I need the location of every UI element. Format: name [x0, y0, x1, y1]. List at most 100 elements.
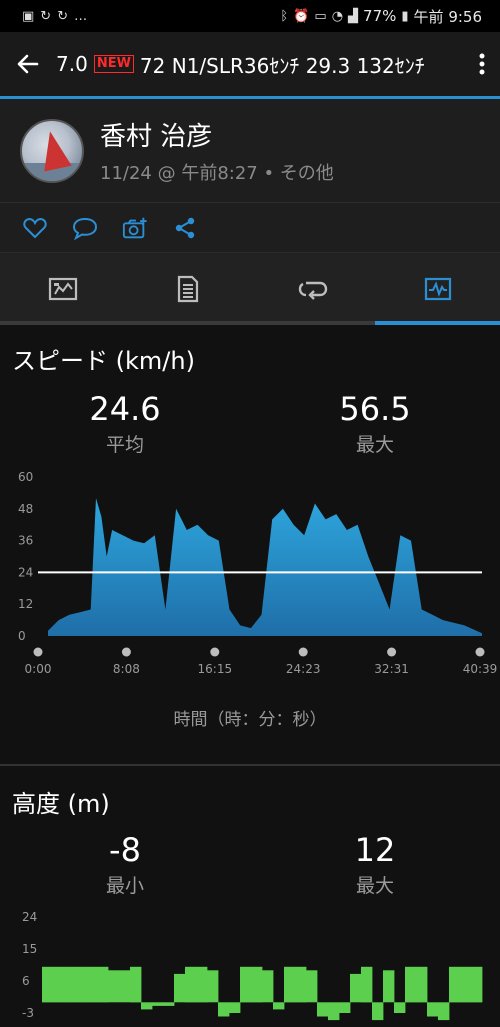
elevation-min-value: -8	[109, 831, 141, 869]
elevation-bar	[64, 966, 87, 1003]
elevation-bar	[229, 1002, 241, 1013]
profile-info: 香村 治彦 11/24 @ 午前8:27 • その他	[100, 116, 334, 185]
speed-max: 56.5 最大	[250, 390, 500, 457]
elevation-max-label: 最大	[355, 875, 394, 897]
elevation-bar	[460, 966, 472, 1003]
elevation-bar	[130, 966, 142, 1003]
y-tick-label: 0	[18, 629, 26, 643]
alarm-icon: ⏰	[293, 8, 310, 24]
status-bar: ▣ ↻ ↻ … ᛒ ⏰ ▭ ◔ ▟ 77% ▮ 午前 9:56	[0, 0, 500, 32]
y-tick-label: 24	[18, 565, 33, 579]
elevation-bar	[42, 966, 65, 1003]
speed-chart[interactable]: 60 48 36 24 12 0 0:00 8:08 16:15 24:23 32:31 40:39	[0, 465, 500, 705]
tab-charts[interactable]	[375, 253, 500, 325]
like-button[interactable]	[22, 215, 48, 241]
elevation-max-value: 12	[354, 831, 396, 869]
laps-loop-icon	[298, 281, 327, 300]
add-photo-button[interactable]	[122, 215, 148, 241]
x-tick-label: 16:15	[198, 662, 233, 676]
comment-icon	[72, 217, 98, 240]
sync-icon: ↻	[57, 8, 69, 24]
elevation-section: 高度 (m) -8 最小 12 最大 24 15 6 -3	[0, 766, 500, 1027]
elevation-bar	[372, 1002, 384, 1021]
arrow-left-icon	[17, 54, 39, 74]
elevation-min-label: 最小	[105, 875, 144, 897]
elevation-bar	[427, 1002, 439, 1017]
y-tick-label: 48	[18, 502, 33, 516]
elevation-bar	[86, 966, 109, 1003]
camera-add-icon	[122, 217, 147, 238]
heart-icon	[23, 217, 47, 238]
new-badge: NEW	[93, 55, 134, 73]
x-tick-dot	[387, 647, 397, 657]
elevation-bar	[438, 1002, 450, 1021]
battery-percent: 77%	[363, 7, 397, 25]
elevation-bar	[350, 973, 362, 1003]
share-button[interactable]	[172, 215, 198, 241]
speed-average: 24.6 平均	[0, 390, 250, 457]
y-tick-label: 6	[22, 974, 30, 988]
elevation-bar	[405, 966, 417, 1003]
elevation-min: -8 最小	[0, 831, 250, 898]
overflow-menu-button[interactable]	[464, 32, 500, 96]
status-bar-right: ᛒ ⏰ ▭ ◔ ▟ 77% ▮ 午前 9:56	[280, 6, 482, 27]
elevation-bar	[174, 973, 186, 1003]
elevation-bar	[141, 1002, 153, 1010]
status-time: 午前 9:56	[413, 7, 482, 26]
elevation-bar	[416, 966, 428, 1003]
volte-icon: ▭	[314, 8, 327, 24]
elevation-max: 12 最大	[250, 831, 500, 898]
bluetooth-icon: ᛒ	[280, 8, 289, 24]
title-prefix: 7.0	[56, 52, 88, 76]
share-icon	[175, 217, 195, 238]
tab-details[interactable]	[125, 253, 250, 325]
elevation-bar	[306, 970, 318, 1003]
avatar[interactable]	[20, 118, 84, 183]
map-summary-icon	[48, 277, 77, 301]
x-tick-label: 32:31	[374, 662, 409, 676]
activity-title: 7.0 NEW 72 N1/SLR36ｾﾝﾁ 29.3 132ｾﾝﾁ	[56, 50, 464, 79]
status-bar-left: ▣ ↻ ↻ …	[22, 9, 280, 24]
elevation-bar	[196, 966, 208, 1003]
elevation-bar	[108, 970, 131, 1003]
speed-average-value: 24.6	[89, 390, 161, 428]
elevation-bar	[207, 970, 219, 1003]
elevation-bar	[383, 970, 395, 1003]
image-icon: ▣	[22, 8, 35, 24]
elevation-bar	[471, 966, 483, 1003]
tab-summary[interactable]	[0, 253, 125, 325]
speed-stats: 24.6 平均 56.5 最大	[0, 390, 500, 457]
y-tick-label: 12	[18, 597, 33, 611]
battery-icon: ▮	[401, 8, 409, 24]
sync-icon: ↻	[40, 8, 52, 24]
speed-max-value: 56.5	[339, 390, 411, 428]
elevation-chart[interactable]: 24 15 6 -3	[0, 907, 500, 1027]
y-tick-label: 60	[18, 470, 33, 484]
app-bar: 7.0 NEW 72 N1/SLR36ｾﾝﾁ 29.3 132ｾﾝﾁ	[0, 32, 500, 96]
speed-section: スピード (km/h) 24.6 平均 56.5 最大 60 48 36 24 12 0 0…	[0, 325, 500, 764]
title-rest: 72 N1/SLR36ｾﾝﾁ 29.3 132ｾﾝﾁ	[139, 53, 425, 78]
speed-average-label: 平均	[105, 434, 144, 456]
elevation-bar	[394, 1002, 406, 1013]
elevation-bar	[240, 966, 252, 1003]
speed-title: スピード (km/h)	[12, 347, 195, 375]
elevation-bar	[284, 966, 296, 1003]
y-tick-label: 36	[18, 534, 33, 548]
elevation-bar	[317, 1002, 329, 1017]
x-tick-label: 40:39	[463, 662, 498, 676]
tab-bar	[0, 253, 500, 325]
action-row	[0, 203, 500, 253]
profile-header: 香村 治彦 11/24 @ 午前8:27 • その他	[0, 99, 500, 203]
y-tick-label: -3	[22, 1006, 34, 1020]
elevation-stats: -8 最小 12 最大	[0, 831, 500, 898]
comment-button[interactable]	[72, 215, 98, 241]
x-tick-dot	[33, 647, 43, 657]
tab-laps[interactable]	[250, 253, 375, 325]
x-tick-label: 8:08	[113, 662, 140, 676]
elevation-bar	[273, 1002, 285, 1010]
x-tick-dot	[475, 647, 485, 657]
back-button[interactable]	[0, 32, 56, 96]
elevation-bar	[185, 966, 197, 1003]
x-tick-dot	[210, 647, 220, 657]
x-tick-dot	[121, 647, 131, 657]
